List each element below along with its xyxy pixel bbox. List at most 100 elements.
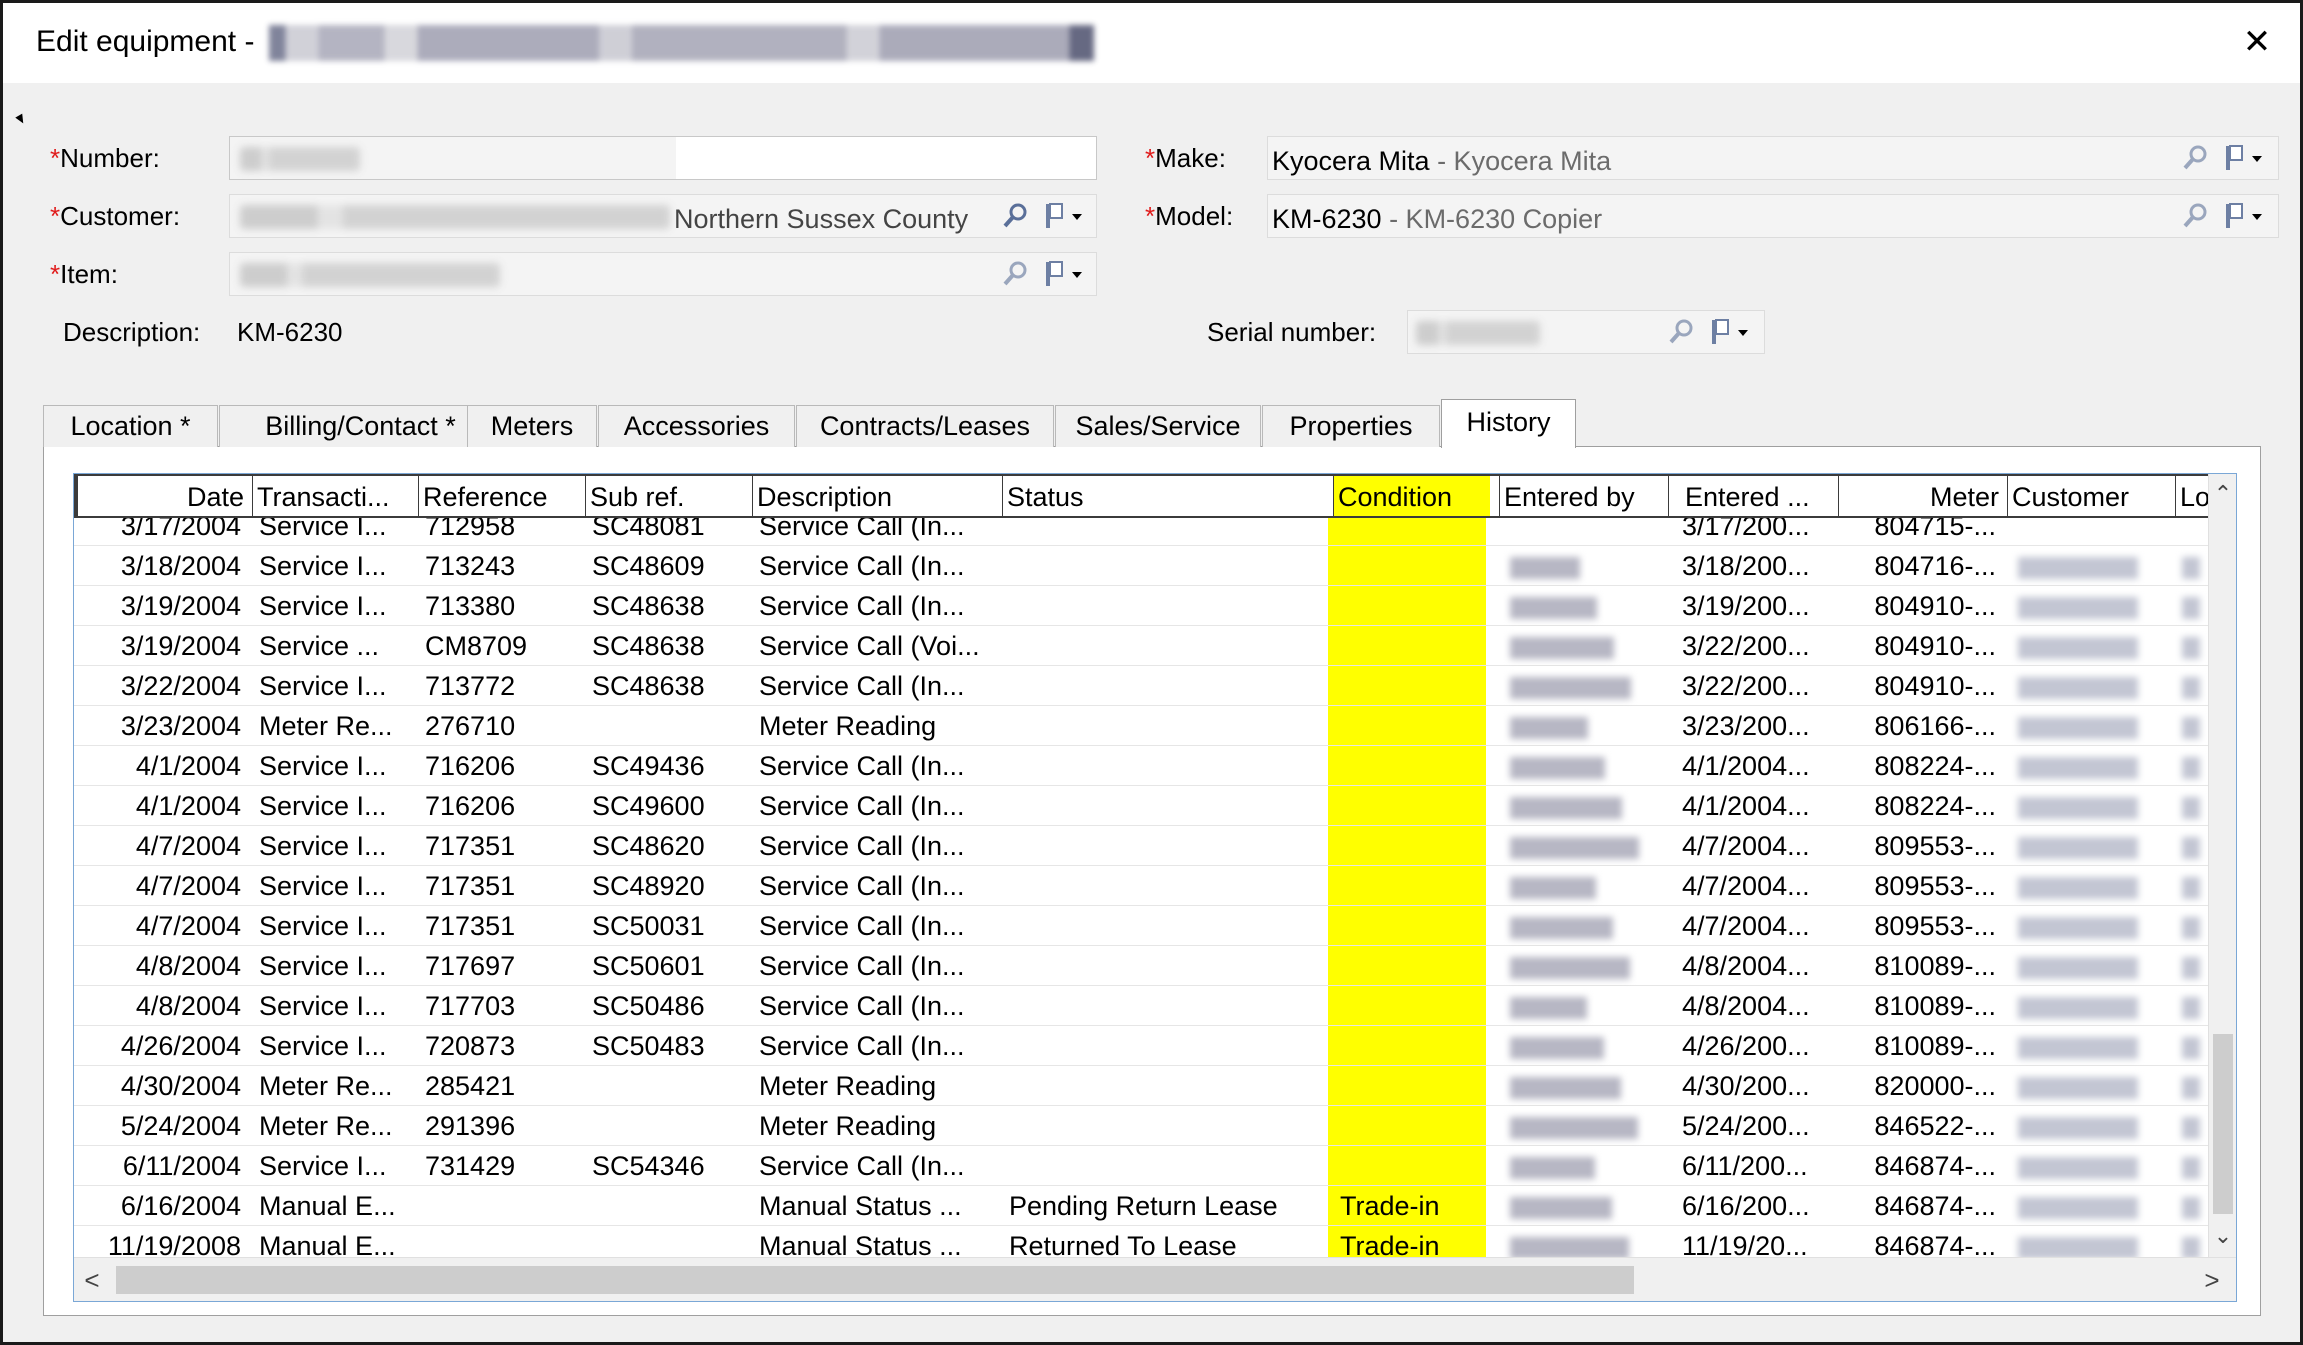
table-row[interactable]: 4/8/2004 Service I... 717697 SC50601 Service… bbox=[74, 946, 2210, 986]
table-row[interactable]: 4/7/2004 Service I... 717351 SC50031 Service… bbox=[74, 906, 2210, 946]
customer-field[interactable]: Northern Sussex County bbox=[229, 194, 1097, 238]
location-redacted bbox=[2178, 586, 2208, 626]
status-cell: Returned To Lease bbox=[1009, 1231, 1237, 1259]
close-button[interactable]: ✕ bbox=[2232, 17, 2282, 67]
entered-date-cell: 3/19/200... bbox=[1682, 591, 1810, 621]
table-row[interactable]: 3/19/2004 Service ... CM8709 SC48638 Service… bbox=[74, 626, 2210, 666]
number-field[interactable] bbox=[229, 136, 1097, 180]
table-row[interactable]: 3/23/2004 Meter Re... 276710 Meter Reading 3… bbox=[74, 706, 2210, 746]
tab-location[interactable]: Location * bbox=[43, 405, 218, 447]
search-icon[interactable] bbox=[1000, 259, 1030, 289]
column-header-entered-by[interactable]: Entered by bbox=[1500, 476, 1669, 518]
reference-cell: 716206 bbox=[425, 791, 516, 821]
meter-cell: 809553-... bbox=[1874, 831, 1996, 861]
entered-by-redacted bbox=[1506, 1146, 1646, 1186]
model-field[interactable]: KM-6230 - KM-6230 Copier bbox=[1267, 194, 2279, 238]
make-field[interactable]: Kyocera Mita - Kyocera Mita bbox=[1267, 136, 2279, 180]
column-header-entered-date[interactable]: Entered ... bbox=[1669, 476, 1839, 518]
sub-ref-cell bbox=[582, 1186, 749, 1226]
reference-cell: 717351 bbox=[425, 831, 516, 861]
search-icon[interactable] bbox=[1666, 317, 1696, 347]
column-header-customer[interactable]: Customer bbox=[2008, 476, 2176, 518]
table-row[interactable]: 3/22/2004 Service I... 713772 SC48638 Servic… bbox=[74, 666, 2210, 706]
table-row[interactable]: 5/24/2004 Meter Re... 291396 Meter Reading 5… bbox=[74, 1106, 2210, 1146]
table-row[interactable]: 4/7/2004 Service I... 717351 SC48920 Service… bbox=[74, 866, 2210, 906]
table-row[interactable]: 6/16/2004 Manual E... Manual Status ... Pen… bbox=[74, 1186, 2210, 1226]
status-cell bbox=[999, 1026, 1330, 1066]
number-label: *Number: bbox=[50, 143, 160, 174]
make-label-text: Make: bbox=[1155, 143, 1226, 173]
entered-by-redacted bbox=[1506, 1026, 1646, 1066]
entered-by-redacted bbox=[1506, 1186, 1646, 1226]
table-row[interactable]: 6/11/2004 Service I... 731429 SC54346 Servic… bbox=[74, 1146, 2210, 1186]
item-value-redacted bbox=[240, 263, 500, 287]
condition-cell bbox=[1330, 1066, 1496, 1106]
item-field[interactable] bbox=[229, 252, 1097, 296]
vertical-scrollbar[interactable]: ⌃ ⌄ bbox=[2208, 474, 2236, 1259]
column-header-reference[interactable]: Reference bbox=[419, 476, 586, 518]
model-description: - KM-6230 Copier bbox=[1381, 204, 1603, 234]
sub-ref-cell: SC50486 bbox=[592, 991, 705, 1021]
column-header-description[interactable]: Description bbox=[753, 476, 1003, 518]
tab-billing-contact[interactable]: Billing/Contact * bbox=[219, 405, 502, 447]
column-header-meter[interactable]: Meter bbox=[1839, 476, 2008, 518]
tab-meters[interactable]: Meters bbox=[467, 405, 597, 447]
date-cell: 4/8/2004 bbox=[135, 951, 241, 981]
status-cell bbox=[999, 986, 1330, 1026]
description-cell: Service Call (In... bbox=[759, 591, 965, 621]
flag-dropdown-icon[interactable] bbox=[2222, 201, 2266, 231]
description-cell: Service Call (In... bbox=[759, 951, 965, 981]
make-description: - Kyocera Mita bbox=[1429, 146, 1612, 176]
description-cell: Manual Status ... bbox=[759, 1231, 962, 1259]
search-icon[interactable] bbox=[1000, 201, 1030, 231]
column-header-sub-ref[interactable]: Sub ref. bbox=[586, 476, 753, 518]
column-header-transaction[interactable]: Transacti... bbox=[253, 476, 419, 518]
search-icon[interactable] bbox=[2180, 201, 2210, 231]
scroll-up-icon[interactable]: ⌃ bbox=[2209, 480, 2236, 508]
entered-date-cell: 3/22/200... bbox=[1682, 631, 1810, 661]
scroll-left-icon[interactable]: < bbox=[76, 1258, 108, 1301]
history-grid[interactable]: Date Transacti... Reference Sub ref. Des… bbox=[73, 473, 2237, 1302]
table-row[interactable]: 4/8/2004 Service I... 717703 SC50486 Service… bbox=[74, 986, 2210, 1026]
meter-cell: 804715-... bbox=[1874, 518, 1996, 541]
tab-properties[interactable]: Properties bbox=[1262, 405, 1440, 447]
column-header-condition[interactable]: Condition bbox=[1334, 476, 1500, 518]
table-row-partial[interactable]: 3/17/2004 Service I... 712958 SC48081 Servic… bbox=[74, 518, 2210, 546]
description-cell: Service Call (In... bbox=[759, 551, 965, 581]
date-cell: 4/7/2004 bbox=[135, 871, 241, 901]
entered-by-redacted bbox=[1506, 1066, 1646, 1106]
table-row[interactable]: 4/1/2004 Service I... 716206 SC49600 Service… bbox=[74, 786, 2210, 826]
table-row[interactable]: 3/18/2004 Service I... 713243 SC48609 Servic… bbox=[74, 546, 2210, 586]
scroll-down-icon[interactable]: ⌄ bbox=[2209, 1222, 2236, 1250]
table-row[interactable]: 3/19/2004 Service I... 713380 SC48638 Servic… bbox=[74, 586, 2210, 626]
flag-dropdown-icon[interactable] bbox=[2222, 143, 2266, 173]
search-icon[interactable] bbox=[2180, 143, 2210, 173]
scroll-right-icon[interactable]: > bbox=[2196, 1258, 2228, 1301]
reference-cell: 717351 bbox=[425, 871, 516, 901]
flag-dropdown-icon[interactable] bbox=[1042, 201, 1086, 231]
reference-cell: 731429 bbox=[425, 1151, 516, 1181]
location-redacted bbox=[2178, 1026, 2208, 1066]
table-row[interactable]: 4/30/2004 Meter Re... 285421 Meter Reading 4… bbox=[74, 1066, 2210, 1106]
entered-by-redacted bbox=[1506, 786, 1646, 826]
date-cell: 4/7/2004 bbox=[135, 831, 241, 861]
location-redacted bbox=[2178, 666, 2208, 706]
column-header-status[interactable]: Status bbox=[1003, 476, 1334, 518]
table-row[interactable]: 4/7/2004 Service I... 717351 SC48620 Service… bbox=[74, 826, 2210, 866]
horizontal-scroll-thumb[interactable] bbox=[116, 1266, 1634, 1294]
table-row[interactable]: 4/1/2004 Service I... 716206 SC49436 Service… bbox=[74, 746, 2210, 786]
vertical-scroll-thumb[interactable] bbox=[2213, 1034, 2233, 1214]
date-cell: 3/23/2004 bbox=[120, 711, 241, 741]
flag-dropdown-icon[interactable] bbox=[1042, 259, 1086, 289]
serial-number-field[interactable] bbox=[1407, 310, 1765, 354]
table-row[interactable]: 4/26/2004 Service I... 720873 SC50483 Servic… bbox=[74, 1026, 2210, 1066]
tab-sales-service[interactable]: Sales/Service bbox=[1055, 405, 1261, 447]
table-row[interactable]: 11/19/2008 Manual E... Manual Status ... Re… bbox=[74, 1226, 2210, 1259]
tab-history[interactable]: History bbox=[1441, 399, 1576, 448]
tab-contracts-leases[interactable]: Contracts/Leases bbox=[796, 405, 1054, 447]
horizontal-scrollbar[interactable]: < > bbox=[74, 1257, 2236, 1301]
flag-dropdown-icon[interactable] bbox=[1708, 317, 1752, 347]
tab-accessories[interactable]: Accessories bbox=[598, 405, 795, 447]
column-header-date[interactable]: Date bbox=[78, 476, 253, 518]
customer-redacted bbox=[2014, 546, 2154, 586]
